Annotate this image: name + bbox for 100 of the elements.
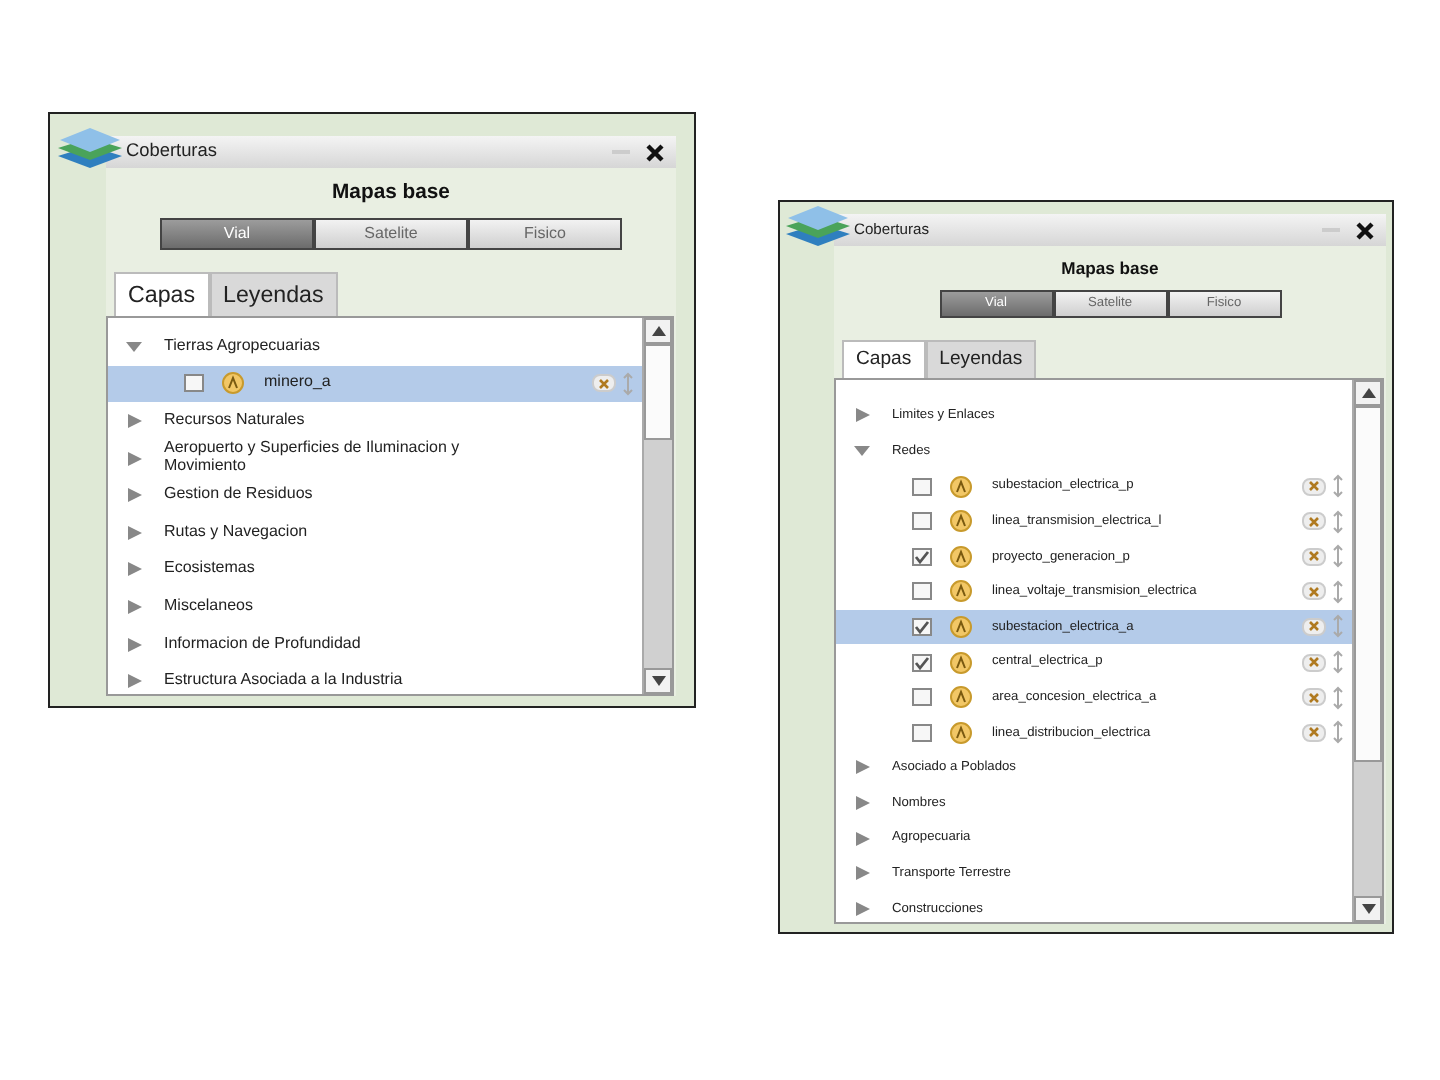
move-arrows-icon[interactable] — [1332, 685, 1344, 710]
scroll-up-icon[interactable] — [651, 326, 665, 336]
expanded-arrow-icon[interactable] — [126, 339, 144, 354]
tab[interactable]: Capas — [114, 271, 210, 316]
basemap-button[interactable]: Fisico — [468, 217, 622, 250]
layer-group-row[interactable]: Ecosistemas — [108, 551, 642, 589]
scrollbar[interactable] — [642, 318, 672, 694]
layer-icon — [950, 545, 972, 568]
section-title: Mapas base — [1059, 256, 1161, 282]
layer-row[interactable]: minero_a — [108, 365, 642, 403]
layer-icon — [950, 615, 972, 638]
collapsed-arrow-icon[interactable] — [854, 901, 872, 916]
remove-button[interactable] — [1302, 512, 1326, 531]
layer-label: minero_a — [264, 374, 331, 393]
checkbox[interactable] — [912, 617, 932, 636]
collapsed-arrow-icon[interactable] — [854, 760, 872, 775]
remove-button[interactable] — [592, 374, 616, 393]
group-label: Recursos Naturales — [164, 412, 305, 430]
tab[interactable]: Leyendas — [209, 271, 338, 316]
remove-button[interactable] — [1302, 547, 1326, 566]
basemap-button[interactable]: Vial — [160, 217, 314, 250]
collapsed-arrow-icon[interactable] — [126, 413, 144, 428]
layer-icon — [222, 372, 244, 395]
checkbox[interactable] — [912, 477, 932, 496]
move-arrows-icon[interactable] — [1332, 474, 1344, 499]
move-arrows-icon[interactable] — [1332, 650, 1344, 675]
group-label: Informacion de Profundidad — [164, 635, 361, 653]
layer-group-row[interactable]: Recursos Naturales — [108, 402, 642, 440]
collapsed-arrow-icon[interactable] — [854, 795, 872, 810]
scroll-down-icon[interactable] — [1361, 904, 1375, 914]
group-label: Estructura Asociada a la Industria — [164, 672, 403, 691]
move-arrows-icon[interactable] — [1332, 509, 1344, 534]
tab[interactable]: Capas — [842, 339, 926, 379]
close-icon — [1308, 550, 1320, 563]
layer-icon — [950, 510, 972, 533]
section-title: Mapas base — [330, 180, 452, 208]
checkbox[interactable] — [912, 547, 932, 566]
close-button[interactable] — [1356, 221, 1374, 239]
layer-group-row[interactable]: Aeropuerto y Superficies de Iluminacion y Movimiento — [108, 439, 642, 477]
move-arrows-icon[interactable] — [1332, 720, 1344, 745]
close-icon — [1308, 480, 1320, 493]
scrollbar[interactable] — [1352, 380, 1382, 922]
close-icon — [1308, 620, 1320, 633]
scrollbar-thumb[interactable] — [644, 344, 672, 440]
layer-group-row[interactable]: Tierras Agropecuarias — [108, 328, 642, 366]
move-arrows-icon[interactable] — [1332, 579, 1344, 604]
remove-button[interactable] — [1302, 653, 1326, 672]
collapsed-arrow-icon[interactable] — [126, 674, 144, 689]
collapsed-arrow-icon[interactable] — [126, 525, 144, 540]
remove-button[interactable] — [1302, 617, 1326, 636]
window-title: Coberturas — [126, 138, 219, 165]
tab[interactable]: Leyendas — [925, 339, 1037, 379]
checkbox[interactable] — [912, 512, 932, 531]
collapsed-arrow-icon[interactable] — [126, 637, 144, 652]
layer-icon — [950, 686, 972, 709]
move-arrows-icon[interactable] — [1332, 544, 1344, 569]
group-label: Miscelaneos — [164, 598, 253, 616]
checkbox[interactable] — [912, 582, 932, 601]
group-label: Rutas y Navegacion — [164, 523, 308, 542]
basemap-button[interactable]: Satelite — [314, 217, 468, 250]
group-label: Ecosistemas — [164, 560, 255, 579]
close-button[interactable] — [646, 143, 664, 161]
collapsed-arrow-icon[interactable] — [854, 866, 872, 881]
remove-button[interactable] — [1302, 477, 1326, 496]
collapsed-arrow-icon[interactable] — [126, 488, 144, 503]
layer-group-row[interactable]: Rutas y Navegacion — [108, 513, 642, 552]
scroll-up-icon[interactable] — [1361, 388, 1375, 399]
layer-group-row[interactable]: Estructura Asociada a la Industria — [108, 662, 642, 700]
checkbox[interactable] — [184, 374, 204, 393]
checkbox[interactable] — [912, 653, 932, 672]
expanded-arrow-icon[interactable] — [854, 443, 872, 458]
layer-icon — [950, 721, 972, 744]
close-icon — [646, 143, 664, 161]
collapsed-arrow-icon[interactable] — [854, 408, 872, 423]
group-label: Tierras Agropecuarias — [164, 337, 320, 356]
remove-button[interactable] — [1302, 688, 1326, 707]
scrollbar-thumb[interactable] — [1354, 406, 1382, 763]
collapsed-arrow-icon[interactable] — [126, 599, 144, 614]
collapsed-arrow-icon[interactable] — [126, 451, 144, 466]
checkbox[interactable] — [912, 723, 932, 742]
close-icon — [1308, 656, 1320, 669]
group-label: Gestion de Residuos — [164, 486, 313, 505]
close-icon — [1308, 691, 1320, 704]
remove-button[interactable] — [1302, 582, 1326, 601]
checkbox[interactable] — [912, 688, 932, 707]
collapsed-arrow-icon[interactable] — [126, 562, 144, 577]
close-icon — [1356, 221, 1374, 239]
layer-icon — [950, 651, 972, 674]
layer-icon — [950, 475, 972, 498]
close-icon — [598, 377, 610, 390]
layer-group-row[interactable]: Informacion de Profundidad — [108, 625, 642, 663]
layer-group-row[interactable]: Miscelaneos — [108, 588, 642, 626]
close-icon — [1308, 585, 1320, 598]
layer-group-row[interactable]: Gestion de Residuos — [108, 476, 642, 514]
scroll-down-icon[interactable] — [651, 676, 665, 686]
group-label: Aeropuerto y Superficies de Iluminacion y Movimiento — [164, 440, 462, 476]
close-icon — [1308, 515, 1320, 528]
remove-button[interactable] — [1302, 723, 1326, 742]
collapsed-arrow-icon[interactable] — [854, 831, 872, 846]
close-icon — [1308, 726, 1320, 739]
